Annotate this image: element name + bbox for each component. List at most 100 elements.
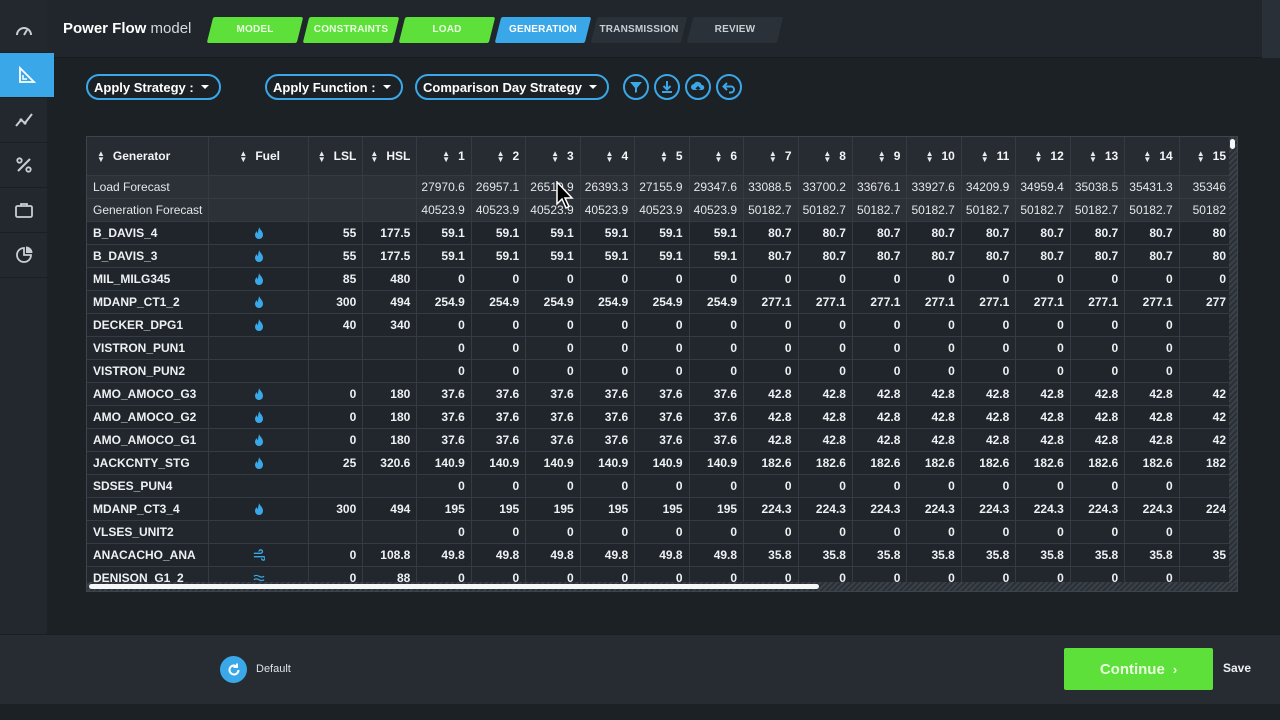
value-cell[interactable]: 0 <box>1015 566 1071 583</box>
value-cell[interactable]: 0 <box>416 313 472 337</box>
value-cell[interactable]: 277.1 <box>961 290 1017 314</box>
value-cell[interactable]: 182.6 <box>1015 451 1071 475</box>
value-cell[interactable]: 49.8 <box>580 543 636 567</box>
value-cell[interactable]: 0 <box>743 336 799 360</box>
value-cell[interactable]: 0 <box>1124 520 1180 544</box>
value-cell[interactable]: 0 <box>1124 313 1180 337</box>
column-header[interactable]: ▲ ▼ 8 <box>798 137 853 176</box>
value-cell[interactable]: 80.7 <box>798 244 853 268</box>
value-cell[interactable]: 254.9 <box>525 290 581 314</box>
value-cell[interactable]: 37.6 <box>525 428 581 452</box>
value-cell[interactable]: 0 <box>852 336 908 360</box>
value-cell[interactable]: 0 <box>634 313 690 337</box>
value-cell[interactable]: 80.7 <box>1124 221 1180 245</box>
value-cell[interactable]: 0 <box>634 520 690 544</box>
hsl-cell[interactable] <box>362 359 418 383</box>
value-cell[interactable]: 37.6 <box>525 382 581 406</box>
value-cell[interactable]: 42.8 <box>1070 382 1126 406</box>
column-header[interactable]: ▲ ▼ 1 <box>416 137 472 176</box>
value-cell[interactable] <box>1179 474 1233 498</box>
value-cell[interactable]: 0 <box>416 566 472 583</box>
sort-icon[interactable]: ▲ ▼ <box>823 149 831 163</box>
value-cell[interactable]: 42.8 <box>743 405 799 429</box>
sort-icon[interactable]: ▲ ▼ <box>981 149 989 163</box>
value-cell[interactable]: 0 <box>580 359 636 383</box>
hsl-cell[interactable]: 494 <box>362 290 418 314</box>
value-cell[interactable]: 42.8 <box>1124 405 1180 429</box>
value-cell[interactable]: 0 <box>471 474 527 498</box>
value-cell[interactable]: 0 <box>416 474 472 498</box>
value-cell[interactable]: 0 <box>1015 520 1071 544</box>
value-cell[interactable]: 277.1 <box>1015 290 1071 314</box>
value-cell[interactable]: 80 <box>1179 221 1233 245</box>
value-cell[interactable] <box>1179 520 1233 544</box>
value-cell[interactable]: 0 <box>634 566 690 583</box>
sort-icon[interactable]: ▲ ▼ <box>318 149 326 163</box>
value-cell[interactable]: 80.7 <box>906 221 962 245</box>
value-cell[interactable]: 140.9 <box>416 451 472 475</box>
value-cell[interactable]: 80.7 <box>852 221 908 245</box>
value-cell[interactable]: 0 <box>1070 313 1126 337</box>
sort-icon[interactable]: ▲ ▼ <box>551 149 559 163</box>
value-cell[interactable]: 140.9 <box>634 451 690 475</box>
sort-icon[interactable]: ▲ ▼ <box>1197 149 1205 163</box>
value-cell[interactable]: 0 <box>471 267 527 291</box>
value-cell[interactable]: 0 <box>798 336 853 360</box>
column-header[interactable]: ▲ ▼ 11 <box>961 137 1017 176</box>
horizontal-scrollbar[interactable] <box>87 582 1237 591</box>
rail-item-briefcase[interactable] <box>0 188 47 233</box>
table-row[interactable]: VISTRON_PUN1 0 0 0 0 0 0 0 0 0 0 0 0 0 0 <box>87 336 1233 360</box>
value-cell[interactable]: 42 <box>1179 428 1233 452</box>
value-cell[interactable]: 0 <box>416 336 472 360</box>
rail-item-ruler-triangle[interactable] <box>0 53 54 98</box>
value-cell[interactable]: 49.8 <box>471 543 527 567</box>
horizontal-scroll-thumb[interactable] <box>89 584 819 589</box>
value-cell[interactable]: 140.9 <box>689 451 745 475</box>
value-cell[interactable]: 0 <box>634 474 690 498</box>
value-cell[interactable] <box>1179 359 1233 383</box>
value-cell[interactable]: 37.6 <box>634 428 690 452</box>
value-cell[interactable]: 37.6 <box>416 382 472 406</box>
value-cell[interactable]: 42.8 <box>798 405 853 429</box>
value-cell[interactable]: 42.8 <box>852 405 908 429</box>
value-cell[interactable]: 277.1 <box>1124 290 1180 314</box>
sort-icon[interactable]: ▲ ▼ <box>1089 149 1097 163</box>
value-cell[interactable]: 0 <box>798 520 853 544</box>
column-header[interactable]: ▲ ▼ Fuel <box>208 137 310 176</box>
value-cell[interactable]: 0 <box>906 359 962 383</box>
value-cell[interactable]: 35.8 <box>906 543 962 567</box>
sort-icon[interactable]: ▲ ▼ <box>1034 149 1042 163</box>
value-cell[interactable]: 0 <box>852 267 908 291</box>
column-header[interactable]: ▲ ▼ HSL <box>362 137 418 176</box>
step-review[interactable]: REVIEW <box>686 17 784 43</box>
step-constraints[interactable]: CONSTRAINTS <box>302 17 400 43</box>
value-cell[interactable]: 0 <box>1015 474 1071 498</box>
value-cell[interactable]: 182.6 <box>798 451 853 475</box>
hsl-cell[interactable] <box>362 520 418 544</box>
value-cell[interactable]: 80.7 <box>1015 244 1071 268</box>
value-cell[interactable]: 35.8 <box>743 543 799 567</box>
value-cell[interactable]: 254.9 <box>471 290 527 314</box>
value-cell[interactable]: 42.8 <box>1015 428 1071 452</box>
value-cell[interactable]: 37.6 <box>471 405 527 429</box>
value-cell[interactable]: 0 <box>1124 267 1180 291</box>
value-cell[interactable]: 0 <box>961 566 1017 583</box>
value-cell[interactable]: 42.8 <box>1124 382 1180 406</box>
table-row[interactable]: MDANP_CT3_4 300 494 195 195 195 195 195 195 224.3… <box>87 497 1233 521</box>
hsl-cell[interactable] <box>362 336 418 360</box>
value-cell[interactable]: 195 <box>525 497 581 521</box>
hsl-cell[interactable]: 320.6 <box>362 451 418 475</box>
value-cell[interactable]: 37.6 <box>416 428 472 452</box>
value-cell[interactable]: 0 <box>689 359 745 383</box>
value-cell[interactable]: 0 <box>906 566 962 583</box>
value-cell[interactable]: 49.8 <box>689 543 745 567</box>
value-cell[interactable]: 80.7 <box>961 244 1017 268</box>
value-cell[interactable]: 59.1 <box>634 221 690 245</box>
value-cell[interactable]: 0 <box>852 359 908 383</box>
value-cell[interactable]: 35.8 <box>1070 543 1126 567</box>
value-cell[interactable]: 0 <box>525 336 581 360</box>
lsl-cell[interactable]: 25 <box>308 451 364 475</box>
value-cell[interactable]: 37.6 <box>580 382 636 406</box>
lsl-cell[interactable]: 0 <box>308 566 364 583</box>
value-cell[interactable]: 224.3 <box>1124 497 1180 521</box>
